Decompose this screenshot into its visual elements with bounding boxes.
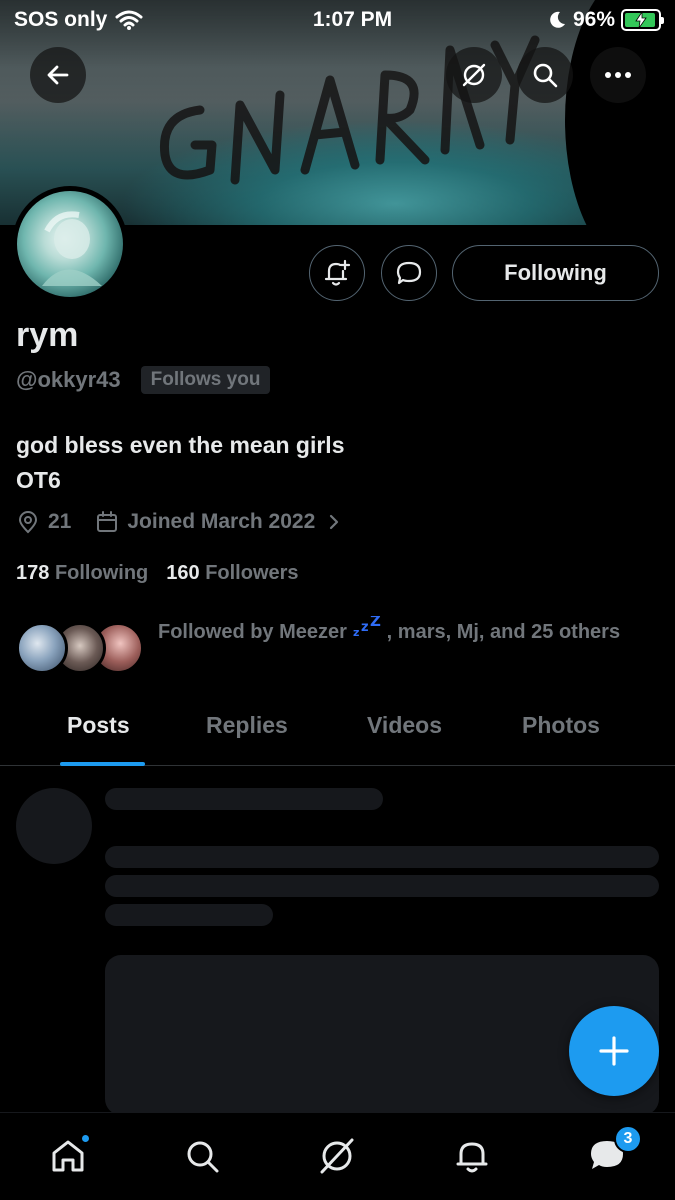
zzz-icon: z z Z (353, 612, 381, 639)
bio-line-2: OT6 (16, 467, 61, 493)
svg-text:z: z (361, 620, 369, 635)
followers-label: Followers (205, 562, 299, 584)
profile-page: SOS only 1:07 PM 96% Following rym @okky… (0, 0, 675, 1200)
search-icon (533, 63, 558, 88)
follows-you-badge: Follows you (140, 366, 271, 394)
status-right: 96% (461, 8, 664, 32)
plus-icon (599, 1036, 629, 1066)
active-tab-indicator (60, 762, 145, 766)
charging-bolt-icon (635, 12, 647, 28)
more-icon (605, 72, 631, 78)
nav-messages[interactable]: 3 (582, 1125, 642, 1181)
calendar-icon (97, 511, 118, 532)
followers-count-link[interactable]: 160 Followers (166, 562, 298, 585)
nav-home[interactable] (43, 1131, 93, 1181)
skeleton-line (105, 846, 659, 868)
followed-by-prefix: Followed by Meezer (158, 621, 347, 643)
following-button[interactable]: Following (452, 245, 659, 301)
bell-icon (456, 1142, 488, 1173)
joined-item[interactable]: Joined March 2022 (95, 510, 341, 534)
wifi-icon (115, 10, 143, 30)
profile-avatar[interactable] (12, 186, 128, 302)
nav-notifications[interactable] (447, 1131, 497, 1181)
followed-by-section[interactable]: Followed by Meezer z z Z , mars, Mj, and… (16, 612, 656, 686)
more-button[interactable] (590, 47, 646, 103)
grok-button[interactable] (446, 47, 502, 103)
home-unread-dot (80, 1133, 91, 1144)
status-bar: SOS only 1:07 PM 96% (0, 0, 675, 40)
message-button[interactable] (381, 245, 437, 301)
followed-by-text: Followed by Meezer z z Z , mars, Mj, and… (158, 612, 638, 650)
carrier-text: SOS only (14, 8, 108, 31)
nav-search[interactable] (177, 1131, 227, 1181)
svg-text:z: z (353, 626, 359, 638)
tab-videos[interactable]: Videos (367, 712, 442, 739)
profile-tabs: Posts Replies Videos Photos (0, 700, 675, 766)
skeleton-line (105, 904, 273, 926)
following-label: Following (54, 562, 149, 584)
message-icon (396, 261, 422, 285)
handle-row: @okkyr43 Follows you (16, 366, 271, 394)
svg-text:Z: Z (370, 616, 381, 630)
battery-icon (621, 9, 664, 31)
bottom-nav: 3 (0, 1112, 675, 1200)
location-text: 21 (48, 510, 72, 533)
back-arrow-icon (47, 65, 69, 85)
skeleton-line (105, 788, 383, 810)
chevron-right-icon (330, 514, 339, 530)
tab-posts[interactable]: Posts (67, 712, 130, 739)
back-button[interactable] (30, 47, 86, 103)
search-button[interactable] (517, 47, 573, 103)
battery-percent: 96% (572, 8, 615, 31)
moon-icon (550, 11, 565, 28)
zzz-emoji: z z Z (353, 612, 387, 642)
mutual-avatar-1 (16, 622, 68, 674)
profile-bio: god bless even the mean girls OT6 (16, 428, 345, 498)
location-icon (18, 511, 38, 534)
joined-text: Joined March 2022 (127, 510, 316, 533)
profile-handle: @okkyr43 (16, 367, 121, 392)
search-icon (187, 1141, 219, 1173)
status-left: SOS only (14, 8, 274, 32)
profile-meta: 21 Joined March 2022 (16, 510, 341, 534)
nav-grok[interactable] (312, 1131, 362, 1181)
tab-photos[interactable]: Photos (522, 712, 600, 739)
bio-line-1: god bless even the mean girls (16, 432, 345, 458)
following-count: 178 (16, 562, 50, 584)
avatar-figure (42, 211, 102, 286)
profile-name: rym (16, 316, 79, 354)
grok-icon (320, 1138, 354, 1174)
avatar-image (17, 191, 123, 297)
followers-count: 160 (166, 562, 200, 584)
location-item: 21 (16, 510, 71, 534)
notification-bell-plus-icon (324, 259, 351, 286)
following-count-link[interactable]: 178 Following (16, 562, 148, 585)
followed-by-suffix: , mars, Mj, and 25 others (386, 621, 621, 643)
tab-replies[interactable]: Replies (206, 712, 288, 739)
notify-button[interactable] (309, 245, 365, 301)
status-time: 1:07 PM (312, 8, 393, 31)
grok-icon (462, 63, 486, 87)
skeleton-line (105, 875, 659, 897)
compose-button[interactable] (569, 1006, 659, 1096)
messages-badge: 3 (614, 1125, 642, 1153)
follow-counts: 178 Following 160 Followers (16, 562, 299, 585)
skeleton-avatar (16, 788, 92, 864)
